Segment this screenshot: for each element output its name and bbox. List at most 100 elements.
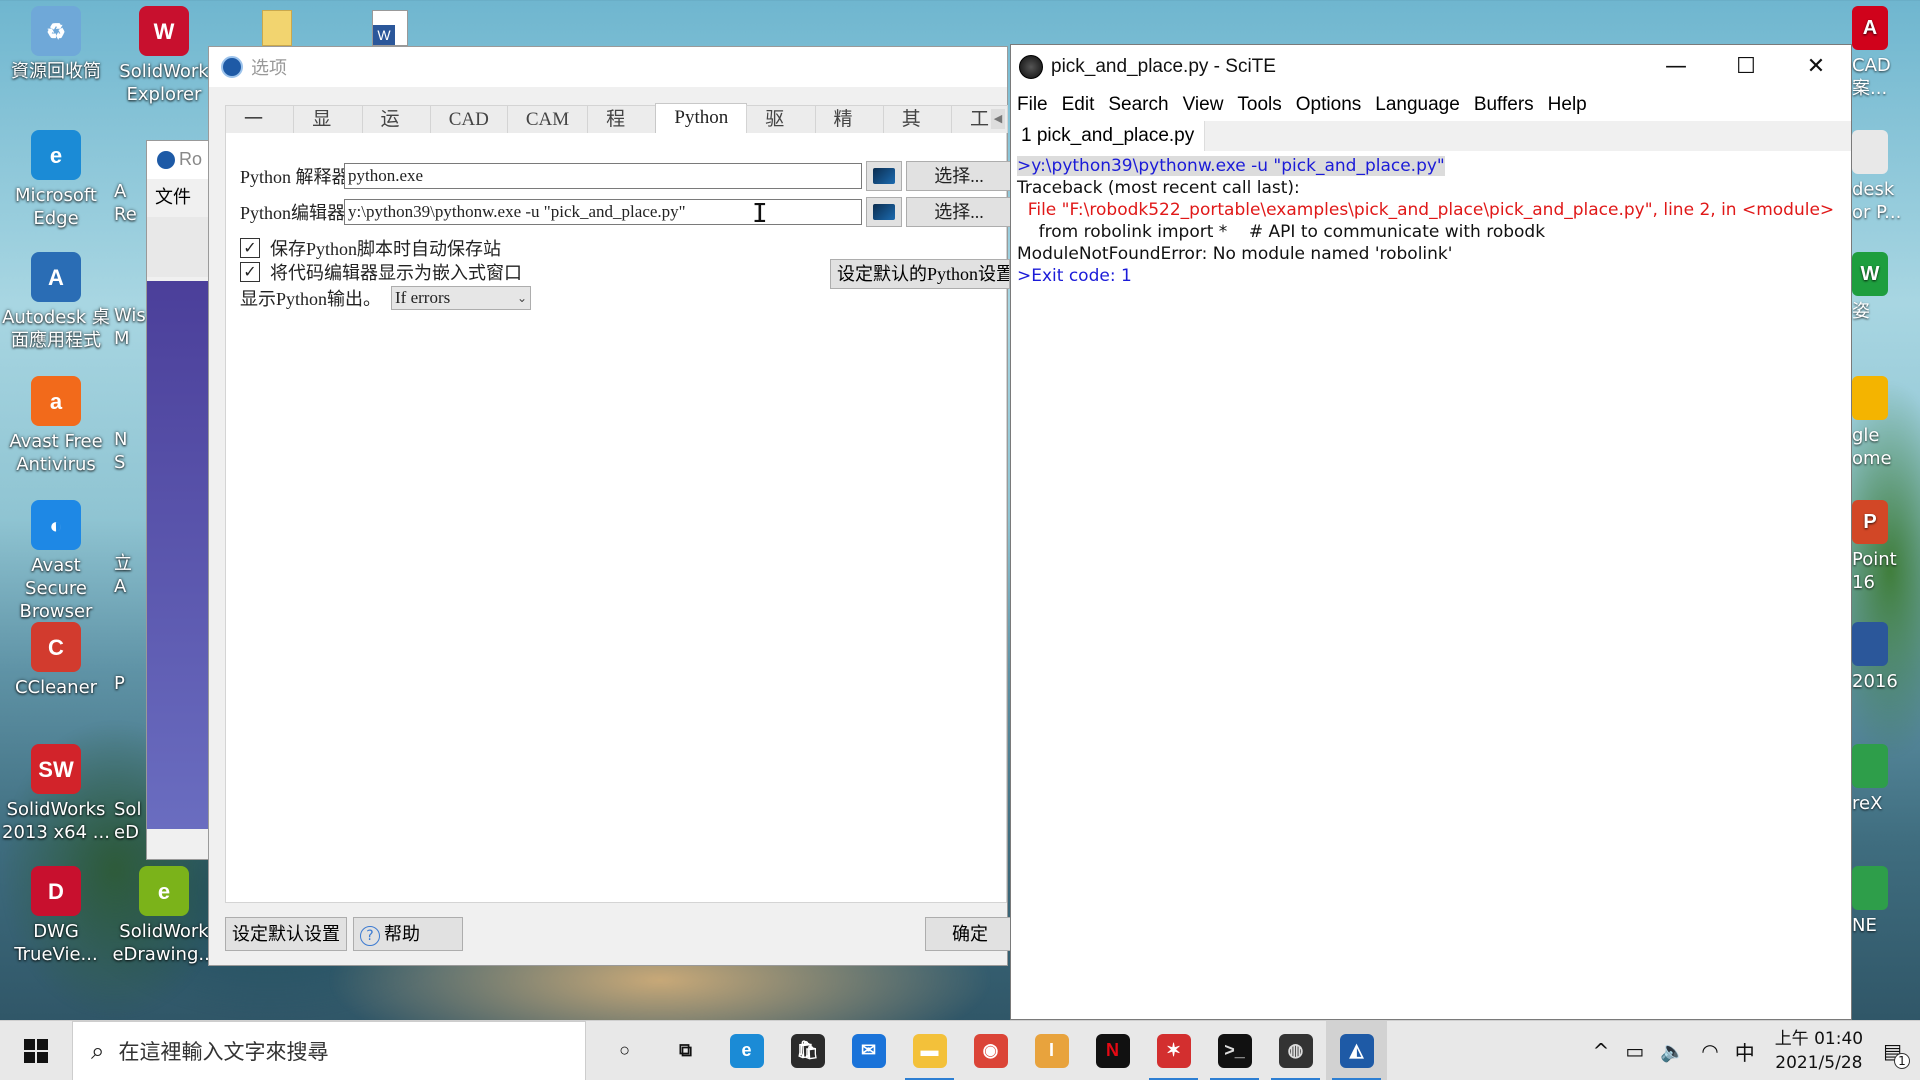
- minimize-button[interactable]: —: [1641, 45, 1711, 89]
- tab-4[interactable]: CAD: [429, 105, 508, 133]
- taskbar-edge-button[interactable]: e: [716, 1021, 777, 1080]
- desktop-icon[interactable]: a Avast Free Antivirus: [0, 376, 112, 476]
- netflix-icon: N: [1095, 1033, 1130, 1068]
- interpreter-label: Python 解释器: [240, 167, 350, 187]
- menu-help[interactable]: Help: [1548, 94, 1587, 116]
- options-dialog[interactable]: 选项 一般显示运动CADCAM程序Python驱动精度其他工 ◀ Python …: [208, 46, 1015, 966]
- taskbar-cortana-button[interactable]: ○: [594, 1021, 655, 1080]
- desktop-icon-partial-label[interactable]: N S: [114, 428, 146, 474]
- tab-scroll-left-icon[interactable]: ◀: [991, 109, 1005, 129]
- scite-output-pane[interactable]: >y:\python39\pythonw.exe -u "pick_and_pl…: [1011, 151, 1851, 291]
- tab-6[interactable]: 程序: [587, 105, 657, 158]
- word-doc-icon[interactable]: W: [372, 10, 408, 46]
- maximize-button[interactable]: ☐: [1711, 45, 1781, 89]
- desktop-icon[interactable]: ♻ 資源回收筒: [0, 6, 112, 83]
- taskbar-mail-button[interactable]: ✉: [838, 1021, 899, 1080]
- help-button[interactable]: ? 帮助: [353, 917, 463, 951]
- taskbar-netflix-button[interactable]: N: [1082, 1021, 1143, 1080]
- ime-indicator[interactable]: 中: [1735, 1037, 1755, 1066]
- desktop-icon-partial[interactable]: NE: [1852, 866, 1920, 937]
- notification-center-icon[interactable]: ▤ 1: [1883, 1039, 1910, 1069]
- battery-icon[interactable]: ▭: [1625, 1039, 1644, 1063]
- menu-file[interactable]: File: [1017, 94, 1048, 116]
- menu-language[interactable]: Language: [1375, 94, 1460, 116]
- desktop-icon-partial[interactable]: P Point 16: [1852, 500, 1920, 594]
- interpreter-browse-folder-button[interactable]: [866, 161, 902, 191]
- reset-defaults-button[interactable]: 设定默认设置: [225, 917, 347, 951]
- ok-button[interactable]: 确定: [925, 917, 1015, 951]
- desktop-icon[interactable]: W SolidWork Explorer: [108, 6, 220, 106]
- tab-3[interactable]: 运动: [361, 105, 431, 158]
- tab-8[interactable]: 驱动: [746, 105, 816, 158]
- menu-search[interactable]: Search: [1108, 94, 1168, 116]
- taskbar-robodk-button[interactable]: ◭: [1326, 1020, 1387, 1080]
- tab-10[interactable]: 其他: [882, 105, 953, 158]
- taskbar-search-box[interactable]: ⌕ 在這裡輸入文字來搜尋: [72, 1020, 586, 1080]
- mail-icon: ✉: [851, 1033, 886, 1068]
- autosave-checkbox[interactable]: ✓: [240, 238, 260, 258]
- desktop-icon[interactable]: e SolidWork eDrawing...: [108, 866, 220, 966]
- text-cursor-icon: I: [752, 199, 768, 229]
- clock[interactable]: 上午 01:40 2021/5/28: [1775, 1027, 1863, 1075]
- menu-options[interactable]: Options: [1296, 94, 1361, 116]
- desktop-icon-partial-label[interactable]: Wis M: [114, 304, 146, 350]
- tab-7[interactable]: Python: [655, 103, 748, 133]
- tab-9[interactable]: 精度: [814, 105, 884, 158]
- desktop-icon[interactable]: C CCleaner: [0, 622, 112, 699]
- taskbar-inventor-button[interactable]: I: [1021, 1021, 1082, 1080]
- taskbar-scite-button[interactable]: ◍: [1265, 1021, 1326, 1080]
- menu-view[interactable]: View: [1183, 94, 1224, 116]
- tab-5[interactable]: CAM: [506, 105, 589, 133]
- scite-window[interactable]: pick_and_place.py - SciTE — ☐ ✕ File Edit…: [1010, 44, 1852, 1020]
- editor-choose-button[interactable]: 选择...: [906, 197, 1012, 227]
- desktop-icon-label: SolidWork eDrawing...: [112, 921, 216, 965]
- desktop-icon[interactable]: SW SolidWorks 2013 x64 ...: [0, 744, 112, 844]
- desktop-icon-partial[interactable]: desk or P...: [1852, 130, 1920, 224]
- editor-input[interactable]: y:\python39\pythonw.exe -u "pick_and_pla…: [344, 199, 862, 225]
- desktop-icon-partial-label[interactable]: P: [114, 672, 146, 695]
- desktop-icon-partial[interactable]: gle ome: [1852, 376, 1920, 470]
- desktop-icon-partial-label[interactable]: 立 A: [114, 552, 146, 598]
- desktop-icon[interactable]: ◐ Avast Secure Browser: [0, 500, 112, 623]
- embedded-editor-checkbox[interactable]: ✓: [240, 262, 260, 282]
- robodk-logo-icon: [221, 56, 243, 78]
- desktop-icon-label: 姿: [1852, 301, 1870, 322]
- show-hidden-icons-icon[interactable]: ^: [1593, 1039, 1610, 1063]
- desktop-doc-icon[interactable]: [262, 10, 292, 46]
- menu-edit[interactable]: Edit: [1062, 94, 1095, 116]
- show-output-select[interactable]: If errors ⌄: [391, 286, 532, 310]
- embedded-editor-label: 将代码编辑器显示为嵌入式窗口: [270, 263, 522, 283]
- taskbar-task-view-button[interactable]: ⧉: [655, 1021, 716, 1080]
- embedded-editor-option[interactable]: ✓ 将代码编辑器显示为嵌入式窗口: [240, 261, 522, 283]
- interpreter-choose-button[interactable]: 选择...: [906, 161, 1012, 191]
- start-button[interactable]: [0, 1021, 72, 1080]
- close-button[interactable]: ✕: [1781, 45, 1851, 89]
- desktop-icon-partial[interactable]: W姿: [1852, 252, 1920, 323]
- tab-2[interactable]: 显示: [293, 105, 363, 158]
- taskbar-store-button[interactable]: 🛍: [777, 1021, 838, 1080]
- menu-buffers[interactable]: Buffers: [1474, 94, 1534, 116]
- python-tab-panel: Python 解释器 python.exe 选择... Python编辑器 y:…: [225, 133, 1012, 903]
- taskbar-explorer-button[interactable]: ▬: [899, 1021, 960, 1080]
- taskbar-terminal-button[interactable]: >_: [1204, 1021, 1265, 1080]
- desktop-icon-partial-label[interactable]: Sol eD: [114, 798, 146, 844]
- desktop-icon-partial[interactable]: A CAD 案...: [1852, 6, 1920, 100]
- default-python-settings-button[interactable]: 设定默认的Python设置: [830, 259, 1010, 289]
- menu-tools[interactable]: Tools: [1237, 94, 1281, 116]
- desktop-icon-partial[interactable]: 2016: [1852, 622, 1920, 693]
- robodk-station-tree[interactable]: [147, 281, 209, 829]
- taskbar-chrome-button[interactable]: ◉: [960, 1021, 1021, 1080]
- buffer-tab[interactable]: 1 pick_and_place.py: [1011, 121, 1206, 151]
- desktop-icon[interactable]: e Microsoft Edge: [0, 130, 112, 230]
- wifi-icon[interactable]: ◠: [1701, 1039, 1718, 1063]
- taskbar-dance-button[interactable]: ✶: [1143, 1021, 1204, 1080]
- tab-1[interactable]: 一般: [225, 105, 295, 158]
- editor-browse-folder-button[interactable]: [866, 197, 902, 227]
- desktop-icon[interactable]: D DWG TrueVie...: [0, 866, 112, 966]
- volume-icon[interactable]: 🔈: [1660, 1039, 1685, 1063]
- autosave-station-option[interactable]: ✓ 保存Python脚本时自动保存站: [240, 237, 501, 259]
- desktop-icon-partial[interactable]: reX: [1852, 744, 1920, 815]
- interpreter-input[interactable]: python.exe: [344, 163, 862, 189]
- desktop-icon-partial-label[interactable]: A Re: [114, 180, 146, 226]
- desktop-icon[interactable]: A Autodesk 桌 面應用程式: [0, 252, 112, 352]
